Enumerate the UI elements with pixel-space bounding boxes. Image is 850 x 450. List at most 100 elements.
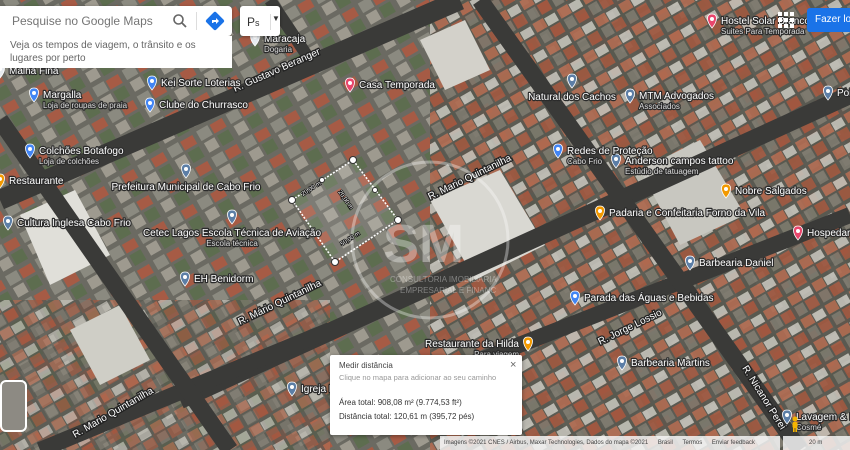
place-marker-padaria[interactable]: Padaria e Confeitaria Forno da Vila — [595, 205, 767, 221]
place-label: MTM Advogados — [639, 91, 714, 102]
place-label: Cultura Inglesa Cabo Frio — [17, 218, 131, 229]
place-marker-glyph — [148, 101, 152, 105]
measure-panel-title: Medir distância — [339, 361, 393, 370]
place-label: Redes de Proteção — [567, 146, 653, 157]
place-marker-point[interactable]: Point — [823, 85, 850, 101]
feedback-link[interactable]: Enviar feedback — [712, 440, 755, 446]
measure-midpoint[interactable] — [319, 177, 325, 183]
measure-total-distance: Distância total: 120,61 m (395,72 pés) — [339, 412, 475, 421]
measure-vertex[interactable] — [288, 196, 296, 204]
place-marker-glyph — [183, 275, 187, 279]
search-input[interactable] — [10, 13, 164, 29]
place-label: Restaurante — [9, 176, 64, 187]
search-box — [0, 6, 232, 36]
place-label: Parada das Águas e Bebidas — [584, 291, 714, 304]
map-footer: Imagens ©2021 CNES / Airbus, Maxar Techn… — [440, 436, 780, 450]
measure-vertex[interactable] — [349, 156, 357, 164]
search-icon[interactable] — [172, 13, 188, 29]
place-marker-barbearia_daniel[interactable]: Barbearia Daniel — [685, 255, 775, 271]
watermark-mark: SM — [383, 214, 464, 274]
place-marker-cultura[interactable]: Cultura Inglesa Cabo Frio — [3, 215, 133, 231]
place-label: Point — [837, 88, 850, 99]
measure-total-area: Área total: 908,08 m² (9.774,53 ft²) — [339, 398, 462, 407]
place-marker-keisorte[interactable]: Kei Sorte Loterias — [147, 75, 242, 91]
place-label: Barbearia Martins — [631, 358, 710, 369]
place-marker-glyph — [628, 92, 632, 96]
terms-link[interactable]: Termos — [683, 440, 703, 446]
place-marker-glyph — [526, 340, 530, 344]
place-marker-glyph — [28, 147, 32, 151]
apps-grid-icon[interactable] — [778, 12, 794, 28]
place-marker-hostel[interactable]: Hostel Solar BrancoSuites Para Temporada — [707, 13, 812, 37]
place-marker-glyph — [556, 147, 560, 151]
measure-midpoint[interactable] — [372, 187, 378, 193]
place-label: Hostel Solar Branco — [721, 16, 810, 27]
place-sublabel: Suites Para Temporada — [721, 27, 805, 36]
signin-button[interactable]: Fazer log — [807, 8, 850, 32]
place-label: Anderson campos tattoo — [625, 156, 734, 167]
layer-dropdown-divider — [270, 14, 271, 30]
place-label: Natural dos Cachos — [528, 92, 616, 103]
place-marker-parada[interactable]: Parada das Águas e Bebidas — [570, 290, 715, 306]
search-divider — [196, 12, 197, 30]
measure-vertex[interactable] — [394, 216, 402, 224]
place-label: Prefeitura Municipal de Cabo Frio — [112, 182, 261, 193]
place-marker-glyph — [573, 294, 577, 298]
country-link[interactable]: Brasil — [658, 440, 673, 446]
search-hint: Veja os tempos de viagem, o trânsito e o… — [0, 36, 232, 68]
place-label: Cetec Lagos Escola Técnica de Aviação — [143, 228, 322, 239]
place-marker-glyph — [230, 213, 234, 217]
place-marker-glyph — [32, 91, 36, 95]
place-marker-glyph — [290, 385, 294, 389]
place-sublabel: Escola técnica — [206, 239, 258, 248]
place-label: Padaria e Confeitaria Forno da Vila — [609, 208, 765, 219]
place-label: EH Benidorm — [194, 274, 253, 285]
place-marker-glyph — [724, 187, 728, 191]
place-marker-casatemp[interactable]: Casa Temporada — [345, 77, 437, 93]
place-label: Restaurante da Hilda — [425, 339, 519, 350]
place-marker-glyph — [710, 17, 714, 21]
place-marker-churrasco[interactable]: Clube do Churrasco — [145, 97, 250, 113]
place-marker-glyph — [348, 81, 352, 85]
place-sublabel: Loja de roupas de praia — [43, 101, 128, 110]
map-scale: 20 m — [783, 436, 850, 450]
place-label: Clube do Churrasco — [159, 100, 248, 111]
place-label: Hospedaria de Paulo Cabo Frio — [807, 228, 850, 239]
place-marker-nobre[interactable]: Nobre Salgados — [721, 183, 808, 199]
place-label: Casa Temporada — [359, 80, 435, 91]
place-marker-glyph — [150, 79, 154, 83]
place-marker-glyph — [614, 157, 618, 161]
place-sublabel: Dogaria — [264, 45, 293, 54]
place-label: Margalla — [43, 90, 82, 101]
place-sublabel: Cabo Frio — [567, 157, 603, 166]
measure-distance-panel: Medir distância Clique no mapa para adic… — [330, 355, 522, 435]
place-sublabel: Loja de colchões — [39, 157, 99, 166]
pegman-icon[interactable] — [790, 416, 800, 432]
imagery-southwest — [0, 300, 330, 450]
place-marker-glyph — [785, 413, 789, 417]
place-marker-glyph — [826, 89, 830, 93]
chevron-down-icon[interactable]: ▼ — [272, 14, 280, 23]
place-marker-glyph — [620, 359, 624, 363]
place-label: Nobre Salgados — [735, 186, 807, 197]
place-label: Kei Sorte Loterias — [161, 78, 241, 89]
place-marker-glyph — [184, 167, 188, 171]
measure-vertex[interactable] — [331, 258, 339, 266]
place-marker-barbearia_martins[interactable]: Barbearia Martins — [617, 355, 711, 371]
layers-thumbnail[interactable] — [0, 380, 27, 432]
place-label: Colchões Botafogo — [39, 146, 124, 157]
place-marker-glyph — [598, 209, 602, 213]
place-marker-restaurante[interactable]: Restaurante — [0, 173, 65, 189]
place-marker-glyph — [796, 229, 800, 233]
place-marker-glyph — [688, 259, 692, 263]
place-marker-glyph — [570, 77, 574, 81]
watermark-line1: CONSULTORIA IMOBILIÁRIA — [390, 275, 498, 284]
layer-dropdown-label: Ps — [247, 15, 260, 29]
close-icon[interactable]: × — [510, 359, 516, 371]
place-sublabel: Associados — [639, 102, 680, 111]
directions-icon[interactable] — [205, 11, 225, 31]
place-label: Lavagem & Po — [796, 412, 850, 423]
map-attribution: Imagens ©2021 CNES / Airbus, Maxar Techn… — [444, 440, 649, 446]
layer-dropdown[interactable]: Ps ▼ — [240, 6, 280, 36]
place-sublabel: Estúdio de tatuagem — [625, 167, 699, 176]
